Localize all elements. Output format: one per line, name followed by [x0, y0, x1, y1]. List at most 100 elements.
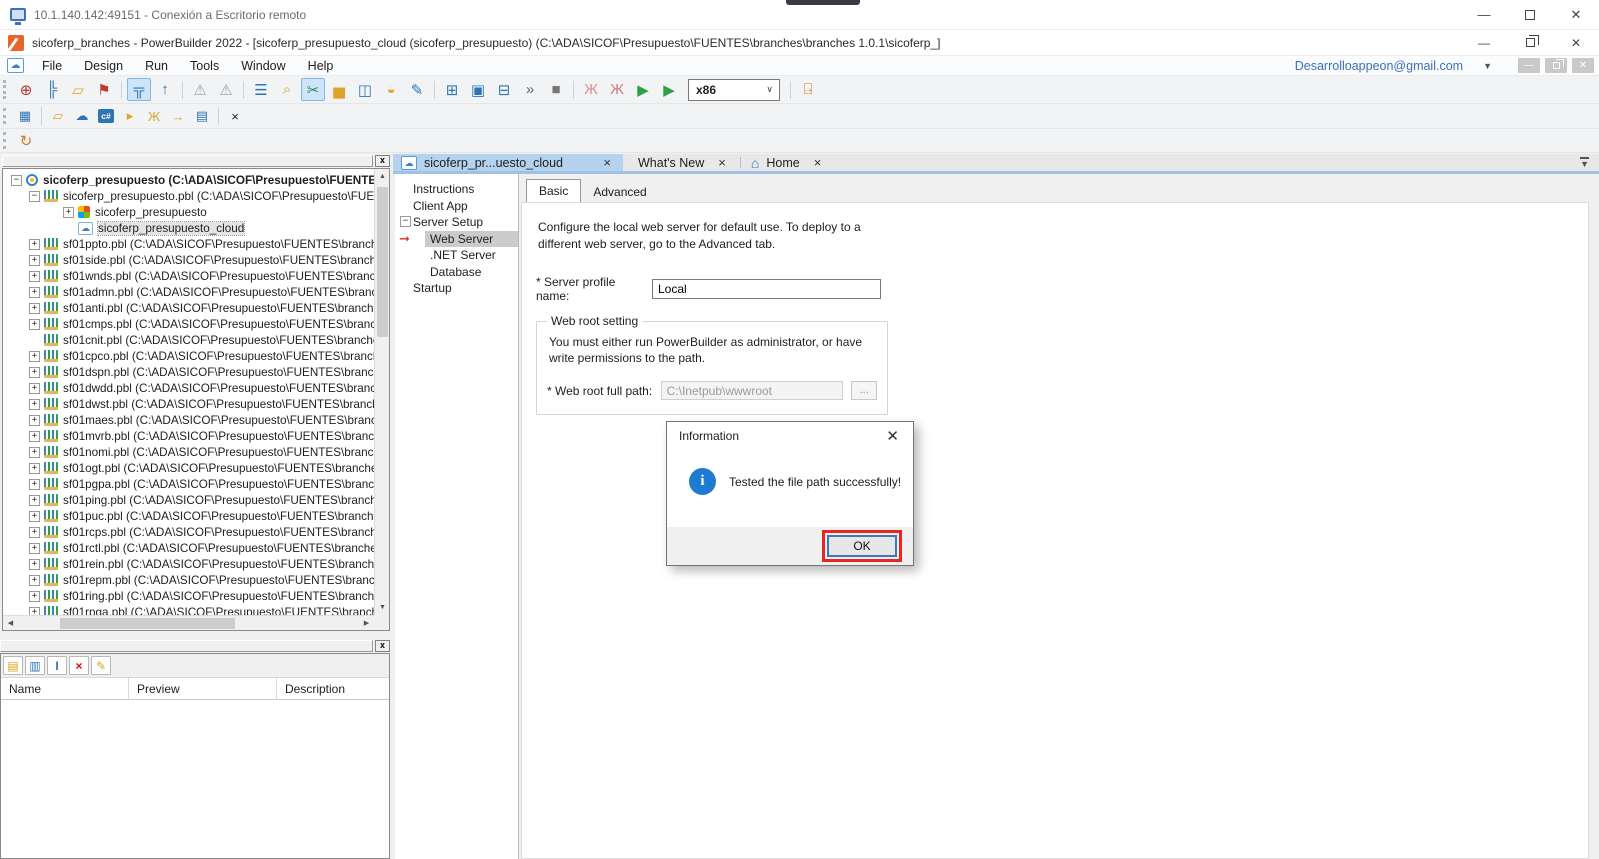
deploy-icon[interactable]: ╦ — [127, 78, 151, 101]
debug-select-icon[interactable]: Ж — [605, 78, 629, 101]
scroll-thumb[interactable] — [60, 618, 235, 629]
tree-expander-icon[interactable]: + — [29, 271, 40, 282]
tree-expander-icon[interactable]: + — [29, 463, 40, 474]
close-toolbar-icon[interactable]: × — [224, 106, 246, 127]
nav-item-server-setup[interactable]: −Server Setup — [395, 214, 518, 231]
tree-expander-icon[interactable]: + — [29, 383, 40, 394]
tree-item[interactable]: +sf01rpga.pbl (C:\ADA\SICOF\Presupuesto\… — [3, 604, 374, 615]
tree-item[interactable]: −sicoferp_presupuesto.pbl (C:\ADA\SICOF\… — [3, 188, 374, 204]
paste-icon[interactable]: ▤ — [3, 656, 23, 675]
tree-item[interactable]: +sf01side.pbl (C:\ADA\SICOF\Presupuesto\… — [3, 252, 374, 268]
inheritance-icon[interactable]: ╠ — [40, 78, 64, 101]
menu-help[interactable]: Help — [297, 57, 345, 75]
debug-project-icon[interactable]: Ж — [143, 106, 165, 127]
tree-item[interactable]: +sf01ogt.pbl (C:\ADA\SICOF\Presupuesto\F… — [3, 460, 374, 476]
rdp-close-button[interactable]: ✕ — [1553, 0, 1599, 29]
tree-panel-close-icon[interactable]: x — [375, 155, 390, 167]
tree-item[interactable]: +sf01rein.pbl (C:\ADA\SICOF\Presupuesto\… — [3, 556, 374, 572]
doc-tab-home[interactable]: ⌂Home× — [743, 154, 833, 171]
monitor-icon[interactable]: ▣ — [466, 78, 490, 101]
tree-expander-icon[interactable]: + — [29, 351, 40, 362]
panel-grab-bar[interactable] — [0, 640, 373, 652]
tree-expander-icon[interactable]: + — [63, 207, 74, 218]
csharp-icon[interactable]: c# — [95, 106, 117, 127]
tab-list-icon[interactable]: ▼ — [1580, 157, 1589, 168]
scroll-right-icon[interactable]: ▶ — [359, 616, 374, 631]
run-select-icon[interactable]: ▶ — [657, 78, 681, 101]
account-dropdown-icon[interactable]: ▼ — [1483, 61, 1492, 71]
todo-list-icon[interactable]: ☰ — [249, 78, 273, 101]
tree-item[interactable]: +sf01dspn.pbl (C:\ADA\SICOF\Presupuesto\… — [3, 364, 374, 380]
skip-icon[interactable]: » — [518, 78, 542, 101]
copy-icon[interactable]: ▥ — [25, 656, 45, 675]
library-browse-icon[interactable]: ⌕ — [275, 78, 299, 101]
tree-expander-icon[interactable]: + — [29, 399, 40, 410]
tree-expander-icon[interactable]: + — [29, 431, 40, 442]
edit-icon[interactable]: ✎ — [91, 656, 111, 675]
tree-item[interactable]: +sf01cpco.pbl (C:\ADA\SICOF\Presupuesto\… — [3, 348, 374, 364]
rdp-maximize-button[interactable] — [1507, 0, 1553, 29]
tree-item[interactable]: +sf01wnds.pbl (C:\ADA\SICOF\Presupuesto\… — [3, 268, 374, 284]
toolbar-grip[interactable] — [3, 132, 8, 148]
export-icon[interactable]: → — [167, 106, 189, 127]
delete-icon[interactable]: × — [69, 656, 89, 675]
stop-icon[interactable]: ■ — [544, 78, 568, 101]
tree-item[interactable]: +sf01nomi.pbl (C:\ADA\SICOF\Presupuesto\… — [3, 444, 374, 460]
mdi-restore-button[interactable] — [1545, 58, 1567, 73]
tree-item[interactable]: +sf01pgpa.pbl (C:\ADA\SICOF\Presupuesto\… — [3, 476, 374, 492]
tree-item[interactable]: +sf01dwdd.pbl (C:\ADA\SICOF\Presupuesto\… — [3, 380, 374, 396]
debug-icon[interactable]: Ж — [579, 78, 603, 101]
tree-item[interactable]: +sf01admn.pbl (C:\ADA\SICOF\Presupuesto\… — [3, 284, 374, 300]
close-window-icon[interactable]: ⊟ — [492, 78, 516, 101]
menu-window[interactable]: Window — [230, 57, 296, 75]
tree-item[interactable]: +sf01anti.pbl (C:\ADA\SICOF\Presupuesto\… — [3, 300, 374, 316]
tab-close-icon[interactable]: × — [599, 155, 615, 170]
library-list-icon[interactable]: ⚑ — [92, 78, 116, 101]
menu-tools[interactable]: Tools — [179, 57, 230, 75]
cloud-deploy-icon[interactable]: ☁ — [71, 106, 93, 127]
next-warning-icon[interactable]: ⚠ — [188, 78, 212, 101]
tree-item[interactable]: +sf01mvrb.pbl (C:\ADA\SICOF\Presupuesto\… — [3, 428, 374, 444]
tab-basic[interactable]: Basic — [526, 179, 581, 202]
tree-expander-icon[interactable]: + — [29, 415, 40, 426]
column-header-preview[interactable]: Preview — [129, 678, 277, 699]
db-profile-icon[interactable]: ◫ — [353, 78, 377, 101]
rdp-minimize-button[interactable]: — — [1461, 0, 1507, 29]
tree-expander-icon[interactable]: + — [29, 287, 40, 298]
toolbar-grip[interactable] — [3, 80, 8, 99]
tree-item[interactable]: sf01cnit.pbl (C:\ADA\SICOF\Presupuesto\F… — [3, 332, 374, 348]
tree-vertical-scrollbar[interactable]: ▲ ▼ — [374, 169, 389, 615]
tree-expander-icon[interactable]: + — [29, 255, 40, 266]
tree-item[interactable]: +sf01rcps.pbl (C:\ADA\SICOF\Presupuesto\… — [3, 524, 374, 540]
open-icon[interactable]: ▱ — [66, 78, 90, 101]
menu-file[interactable]: File — [31, 57, 73, 75]
tree-item[interactable]: +sf01dwst.pbl (C:\ADA\SICOF\Presupuesto\… — [3, 396, 374, 412]
clip-panel-close-icon[interactable]: x — [375, 640, 390, 652]
nav-item-database[interactable]: Database — [395, 264, 518, 281]
mdi-close-button[interactable]: ✕ — [1572, 58, 1594, 73]
tree-item[interactable]: +sf01repm.pbl (C:\ADA\SICOF\Presupuesto\… — [3, 572, 374, 588]
tree-horizontal-scrollbar[interactable]: ◀ ▶ — [3, 615, 374, 630]
tree-item[interactable]: +sf01rctl.pbl (C:\ADA\SICOF\Presupuesto\… — [3, 540, 374, 556]
run-project-icon[interactable]: ▸ — [119, 106, 141, 127]
scroll-left-icon[interactable]: ◀ — [3, 616, 18, 631]
tree-expander-icon[interactable]: − — [29, 191, 40, 202]
tree-item[interactable]: +sf01ppto.pbl (C:\ADA\SICOF\Presupuesto\… — [3, 236, 374, 252]
tree-item[interactable]: +sf01maes.pbl (C:\ADA\SICOF\Presupuesto\… — [3, 412, 374, 428]
tree-item[interactable]: +sf01puc.pbl (C:\ADA\SICOF\Presupuesto\F… — [3, 508, 374, 524]
tree-item[interactable]: −sicoferp_presupuesto (C:\ADA\SICOF\Pres… — [3, 172, 374, 188]
tree-expander-icon[interactable]: + — [29, 303, 40, 314]
tab-advanced[interactable]: Advanced — [581, 181, 658, 202]
column-header-name[interactable]: Name — [1, 678, 129, 699]
exit-icon[interactable]: ⍈ — [796, 78, 820, 101]
tree-expander-icon[interactable]: − — [11, 175, 22, 186]
menu-design[interactable]: Design — [73, 57, 134, 75]
tree-expander-icon[interactable]: + — [29, 319, 40, 330]
prev-warning-icon[interactable]: ⚠ — [214, 78, 238, 101]
nav-item-client-app[interactable]: Client App — [395, 198, 518, 215]
properties-icon[interactable]: ▤ — [191, 106, 213, 127]
account-email[interactable]: Desarrolloappeon@gmail.com — [1295, 59, 1463, 73]
database-icon[interactable]: ◒ — [379, 78, 403, 101]
doc-tab-megaphone[interactable]: What's New× — [623, 154, 738, 171]
save-icon[interactable]: ▦ — [14, 106, 36, 127]
